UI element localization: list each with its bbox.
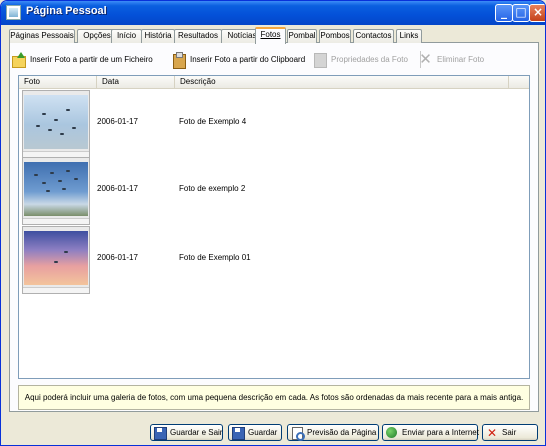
tab-inicio[interactable]: Início — [111, 29, 142, 43]
floppy-disk-icon — [232, 426, 245, 440]
close-icon: × — [532, 5, 544, 19]
photo-image — [24, 231, 88, 285]
save-and-exit-button[interactable]: Guardar e Sair — [150, 424, 223, 441]
x-icon: ✕ — [419, 49, 432, 68]
minimize-icon: _ — [501, 5, 507, 19]
tab-paginas-pessoais[interactable]: Páginas Pessoais — [9, 29, 75, 43]
info-message: Aqui poderá incluir uma galeria de fotos… — [18, 385, 530, 410]
folder-add-icon — [11, 51, 26, 68]
tab-fotos[interactable]: Fotos — [255, 27, 286, 44]
save-label: Guardar — [248, 428, 278, 437]
app-window: Página Pessoal _ □ × Páginas Pessoais Op… — [0, 0, 546, 446]
row-description: Foto de Exemplo 4 — [179, 117, 247, 126]
photo-properties-button[interactable]: Propriedades da Foto — [312, 50, 408, 68]
title-bar[interactable]: Página Pessoal _ □ × — [1, 1, 545, 25]
photo-list[interactable]: Foto Data Descrição 2006-01-17 Foto de E… — [18, 75, 530, 379]
thumbnail-strip — [23, 218, 89, 224]
insert-clipboard-label: Inserir Foto a partir do Clipboard — [190, 54, 306, 64]
preview-page-label: Previsão da Página — [307, 428, 377, 437]
send-to-internet-label: Enviar para a Internet — [402, 428, 479, 437]
row-description: Foto de Exemplo 01 — [179, 253, 251, 262]
row-date: 2006-01-17 — [97, 117, 138, 126]
list-header: Foto Data Descrição — [19, 76, 529, 89]
magnifier-icon — [291, 426, 305, 441]
row-date: 2006-01-17 — [97, 253, 138, 262]
close-button[interactable]: × — [529, 4, 545, 22]
delete-photo-label: Eliminar Foto — [437, 54, 485, 64]
photo-properties-label: Propriedades da Foto — [331, 54, 408, 64]
tab-historia[interactable]: História — [141, 29, 175, 43]
column-header-data[interactable]: Data — [97, 76, 175, 89]
insert-clipboard-button[interactable]: Inserir Foto a partir do Clipboard — [171, 50, 306, 69]
tab-links[interactable]: Links — [396, 29, 422, 43]
preview-page-button[interactable]: Previsão da Página — [287, 424, 379, 441]
save-button[interactable]: Guardar — [228, 424, 282, 441]
insert-file-button[interactable]: Inserir Foto a partir de um Ficheiro — [11, 50, 153, 68]
clipboard-icon — [171, 51, 186, 69]
table-row[interactable]: 2006-01-17 Foto de Exemplo 4 — [19, 90, 529, 158]
table-row[interactable]: 2006-01-17 Foto de Exemplo 01 — [19, 226, 529, 294]
maximize-button[interactable]: □ — [512, 4, 530, 22]
minimize-button[interactable]: _ — [495, 4, 513, 22]
insert-file-label: Inserir Foto a partir de um Ficheiro — [30, 54, 153, 64]
thumbnail-strip — [23, 287, 89, 293]
table-row[interactable]: 2006-01-17 Foto de exemplo 2 — [19, 157, 529, 225]
exit-label: Sair — [502, 428, 517, 437]
tab-pombos[interactable]: Pombos — [319, 29, 351, 43]
photo-image — [24, 162, 88, 216]
photo-image — [24, 95, 88, 149]
x-icon: ✕ — [486, 425, 498, 440]
delete-photo-button[interactable]: ✕ Eliminar Foto — [418, 50, 484, 68]
row-description: Foto de exemplo 2 — [179, 184, 246, 193]
tab-resultados[interactable]: Resultados — [174, 29, 222, 43]
floppy-disk-icon — [154, 426, 167, 440]
globe-icon — [386, 426, 398, 439]
maximize-icon: □ — [515, 5, 527, 19]
tab-pombal[interactable]: Pombal — [287, 29, 317, 43]
send-to-internet-button[interactable]: Enviar para a Internet — [382, 424, 479, 441]
window-title: Página Pessoal — [26, 5, 107, 17]
tab-contactos[interactable]: Contactos — [353, 29, 394, 43]
column-header-descricao[interactable]: Descrição — [175, 76, 509, 89]
exit-button[interactable]: ✕ Sair — [482, 424, 538, 441]
photo-thumbnail — [22, 90, 90, 158]
photo-thumbnail — [22, 157, 90, 225]
app-icon — [6, 5, 21, 20]
save-and-exit-label: Guardar e Sair — [170, 428, 223, 437]
photo-thumbnail — [22, 226, 90, 294]
row-date: 2006-01-17 — [97, 184, 138, 193]
properties-icon — [312, 52, 327, 68]
column-header-foto[interactable]: Foto — [19, 76, 97, 89]
